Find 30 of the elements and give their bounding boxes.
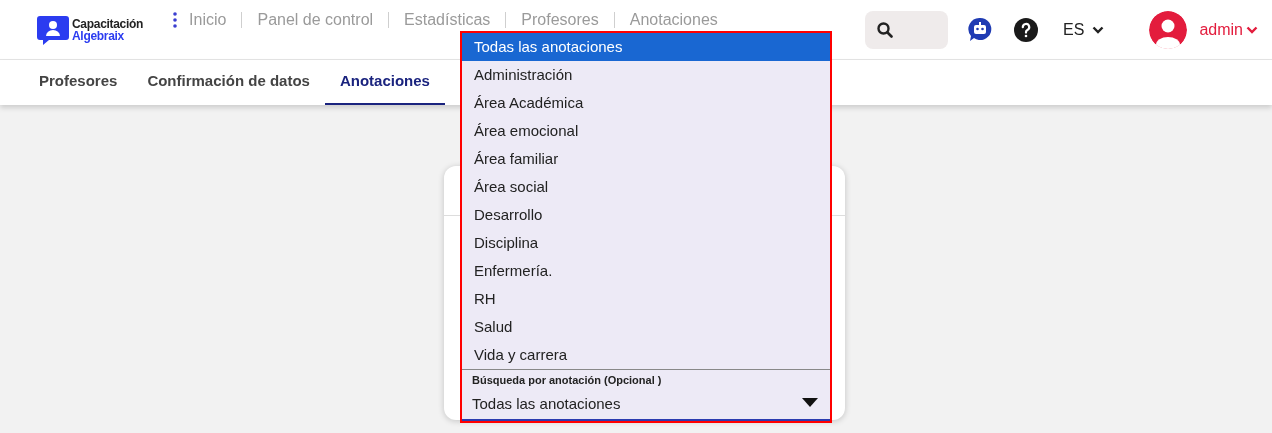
- logo-icon: [37, 14, 69, 45]
- tab[interactable]: Confirmación de datos: [132, 60, 325, 105]
- help-icon[interactable]: [1014, 17, 1039, 42]
- dropdown-option[interactable]: Salud: [462, 313, 830, 341]
- chevron-down-icon: [1246, 25, 1258, 34]
- more-icon[interactable]: [173, 12, 178, 28]
- robot-chat-icon[interactable]: [968, 16, 993, 43]
- dropdown-option[interactable]: Todas las anotaciones: [462, 33, 830, 61]
- dropdown-option[interactable]: Área familiar: [462, 145, 830, 173]
- dropdown-option[interactable]: Área social: [462, 173, 830, 201]
- avatar-icon[interactable]: [1149, 10, 1188, 49]
- dropdown-option[interactable]: Área Académica: [462, 89, 830, 117]
- dropdown-option[interactable]: Área emocional: [462, 117, 830, 145]
- user-menu[interactable]: admin: [1199, 17, 1258, 42]
- language-selector[interactable]: ES: [1063, 17, 1105, 42]
- tab[interactable]: Anotaciones: [324, 60, 445, 105]
- dropdown-arrow-icon: [802, 398, 818, 407]
- search-button[interactable]: [865, 10, 949, 49]
- dropdown-option[interactable]: Administración: [462, 61, 830, 89]
- tab[interactable]: Profesores: [24, 60, 133, 105]
- dropdown-option[interactable]: Vida y carrera: [462, 341, 830, 369]
- logo-text: Algebraix: [72, 29, 124, 42]
- dropdown-option[interactable]: Disciplina: [462, 229, 830, 257]
- search-icon: [877, 21, 894, 38]
- chevron-down-icon: [1092, 25, 1105, 34]
- logo-text: Capacitación: [72, 17, 144, 30]
- dropdown-option[interactable]: Enfermería.: [462, 257, 830, 285]
- annotation-select[interactable]: Búsqueda por anotación (Opcional ) Todas las anotaciones: [462, 369, 830, 421]
- dropdown-option[interactable]: Desarrollo: [462, 201, 830, 229]
- dropdown-option[interactable]: RH: [462, 285, 830, 313]
